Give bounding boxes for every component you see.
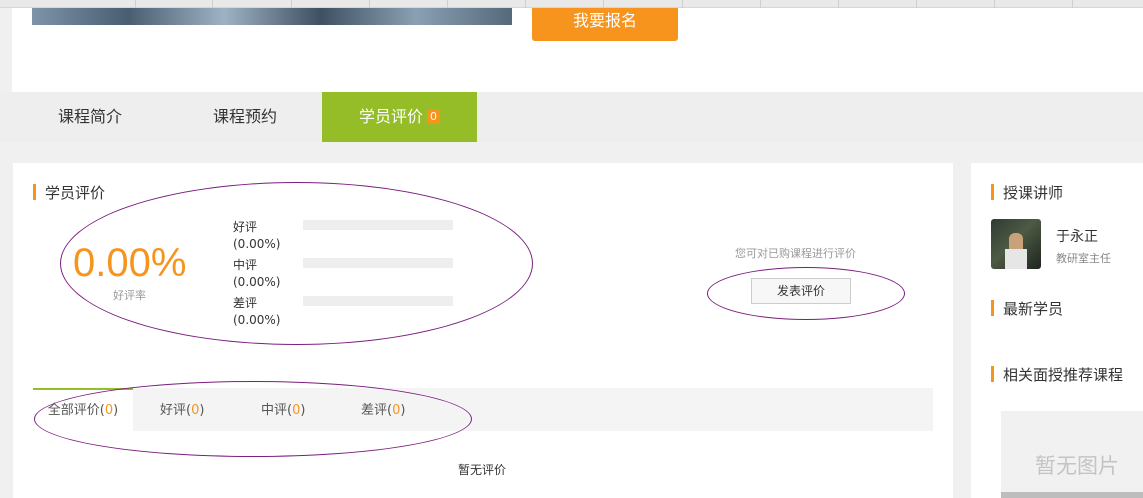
no-image-text: 暂无图片	[1035, 454, 1119, 478]
positive-rate-value: 0.00%	[73, 241, 187, 285]
post-review-button[interactable]: 发表评价	[751, 278, 851, 304]
related-courses-title: 相关面授推荐课程	[991, 364, 1123, 385]
filter-good-label: 好评	[160, 403, 187, 418]
reviews-panel: 学员评价 0.00% 好评率 好评 (0.00%) 中评 (0.00%) 差评 …	[13, 163, 953, 498]
good-review-bar	[303, 220, 453, 230]
mid-review-bar	[303, 258, 453, 268]
tab-course-intro[interactable]: 课程简介	[30, 92, 150, 142]
filter-bad-label: 差评	[361, 403, 388, 418]
bad-review-percent: (0.00%)	[233, 313, 281, 327]
filter-mid-reviews[interactable]: 中评(0)	[261, 388, 305, 431]
new-students-title: 最新学员	[991, 298, 1063, 319]
signup-button[interactable]: 我要报名	[532, 8, 678, 41]
good-review-stat: 好评 (0.00%)	[233, 219, 280, 253]
filter-all-count: 0	[104, 403, 114, 418]
filter-bad-count: 0	[392, 403, 401, 418]
mid-review-label: 中评	[233, 258, 258, 272]
teacher-section-title: 授课讲师	[991, 182, 1063, 203]
positive-rate-label: 好评率	[113, 289, 146, 302]
course-tabs: 课程简介 课程预约 学员评价 0	[0, 92, 1143, 142]
teacher-name[interactable]: 于永正	[1056, 226, 1098, 246]
filter-mid-count: 0	[292, 403, 301, 418]
review-count-badge: 0	[427, 109, 440, 124]
review-filter-bar: 全部评价(0) 好评(0) 中评(0) 差评(0)	[33, 388, 933, 431]
tab-student-reviews[interactable]: 学员评价 0	[322, 92, 477, 142]
tab-student-reviews-label: 学员评价	[358, 107, 423, 126]
tab-course-booking[interactable]: 课程预约	[185, 92, 305, 142]
teacher-role: 教研室主任	[1056, 252, 1111, 265]
no-image-placeholder[interactable]: 暂无图片	[1001, 411, 1143, 498]
bad-review-bar	[303, 296, 453, 306]
bad-review-stat: 差评 (0.00%)	[233, 295, 280, 329]
filter-good-count: 0	[191, 403, 200, 418]
good-review-label: 好评	[233, 220, 258, 234]
good-review-percent: (0.00%)	[233, 237, 281, 251]
filter-good-reviews[interactable]: 好评(0)	[160, 388, 204, 431]
filter-bad-reviews[interactable]: 差评(0)	[361, 388, 405, 431]
course-cover-image	[32, 8, 512, 25]
filter-all-label: 全部评价	[47, 403, 100, 418]
filter-mid-label: 中评	[261, 403, 288, 418]
bad-review-label: 差评	[233, 296, 258, 310]
teacher-avatar[interactable]	[991, 219, 1041, 269]
can-review-hint: 您可对已购课程进行评价	[735, 247, 856, 260]
sidebar: 授课讲师 于永正 教研室主任 最新学员 相关面授推荐课程 暂无图片	[971, 163, 1143, 498]
no-reviews-message: 暂无评价	[458, 463, 507, 477]
browser-top-strip	[0, 0, 1143, 8]
reviews-section-title: 学员评价	[33, 182, 105, 203]
mid-review-stat: 中评 (0.00%)	[233, 257, 280, 291]
filter-all-reviews[interactable]: 全部评价(0)	[33, 388, 133, 431]
mid-review-percent: (0.00%)	[233, 275, 281, 289]
